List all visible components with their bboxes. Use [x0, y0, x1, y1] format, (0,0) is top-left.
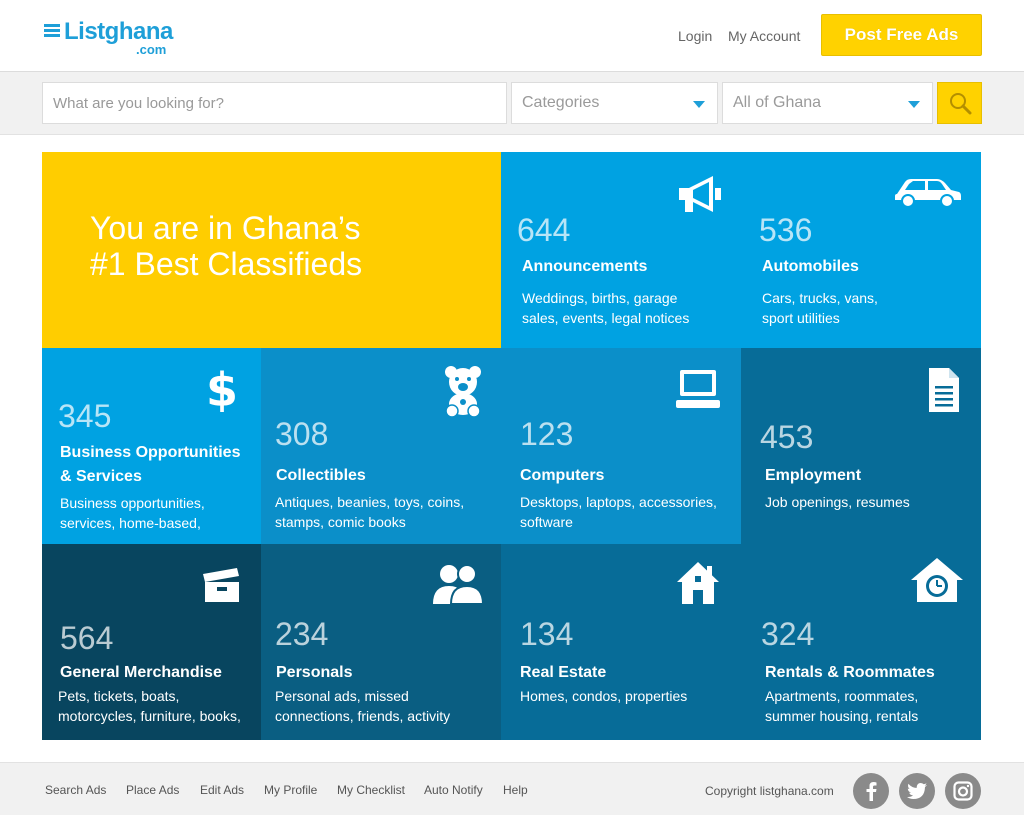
category-count: 324: [761, 616, 815, 652]
category-name: Employment: [765, 467, 862, 484]
login-link[interactable]: Login: [678, 28, 712, 44]
facebook-icon: [866, 782, 877, 801]
category-description: Pets, tickets, boats, motorcycles, furni…: [58, 688, 241, 724]
category-tile-personals[interactable]: 234 Personals Personal ads, missed conne…: [261, 544, 501, 740]
category-tile-business-opportunities[interactable]: $ 345 Business Opportunities & Services …: [42, 348, 261, 544]
category-name: Real Estate: [520, 664, 607, 681]
facebook-button[interactable]: [853, 773, 889, 809]
category-tile-automobiles[interactable]: 536 Automobiles Cars, trucks, vans, spor…: [741, 152, 981, 348]
box-icon: [201, 566, 243, 604]
category-count: 134: [520, 616, 574, 652]
category-tile-collectibles[interactable]: 308 Collectibles Antiques, beanies, toys…: [261, 348, 501, 544]
category-name: Computers: [520, 467, 605, 484]
category-description: Desktops, laptops, accessories, software: [520, 494, 717, 530]
instagram-icon: [953, 781, 973, 801]
svg-text:$: $: [206, 364, 238, 412]
category-description: Homes, condos, properties: [520, 688, 688, 704]
dollar-icon: $: [205, 364, 239, 412]
category-select[interactable]: Categories: [511, 82, 718, 124]
category-name: General Merchandise: [60, 664, 222, 681]
category-description: Business opportunities, services, home-b…: [60, 495, 205, 531]
footer-link-help[interactable]: Help: [503, 783, 528, 797]
people-icon: [431, 564, 485, 604]
twitter-button[interactable]: [899, 773, 935, 809]
category-count: 453: [760, 419, 814, 455]
megaphone-icon: [675, 172, 723, 216]
category-count: 123: [520, 416, 574, 452]
category-tile-computers[interactable]: 123 Computers Desktops, laptops, accesso…: [501, 348, 741, 544]
footer-link-place-ads[interactable]: Place Ads: [126, 783, 179, 797]
footer-link-edit-ads[interactable]: Edit Ads: [200, 783, 244, 797]
category-description: Job openings, resumes: [765, 494, 910, 510]
category-description: Personal ads, missed connections, friend…: [275, 688, 451, 724]
category-count: 234: [275, 616, 329, 652]
category-description: Apartments, roommates, summer housing, r…: [765, 688, 919, 724]
teddy-bear-icon: [443, 364, 483, 418]
site-logo[interactable]: Listghana .com: [44, 18, 174, 58]
footer-link-my-checklist[interactable]: My Checklist: [337, 783, 405, 797]
category-tile-announcements[interactable]: 644 Announcements Weddings, births, gara…: [501, 152, 741, 348]
category-description: Antiques, beanies, toys, coins, stamps, …: [275, 494, 465, 530]
header: Listghana .com Login My Account Post Fre…: [0, 0, 1024, 72]
category-name: Automobiles: [762, 258, 859, 275]
footer: Search Ads Place Ads Edit Ads My Profile…: [0, 762, 1024, 815]
copyright-text: Copyright listghana.com: [705, 784, 834, 798]
search-button[interactable]: [937, 82, 982, 124]
laptop-icon: [675, 368, 721, 412]
category-name: Business Opportunities & Services: [60, 444, 241, 485]
search-icon: [949, 93, 971, 115]
category-description: Weddings, births, garage sales, events, …: [522, 290, 690, 326]
category-name: Announcements: [522, 258, 648, 275]
instagram-button[interactable]: [945, 773, 981, 809]
category-tile-real-estate[interactable]: 134 Real Estate Homes, condos, propertie…: [501, 544, 741, 740]
category-grid: You are in Ghana’s #1 Best Classifieds 6…: [42, 152, 981, 740]
category-description: Cars, trucks, vans, sport utilities: [762, 290, 878, 326]
hero-banner: You are in Ghana’s #1 Best Classifieds: [42, 152, 501, 348]
category-select-value: Categories: [522, 94, 600, 111]
location-select[interactable]: All of Ghana: [722, 82, 933, 124]
car-icon: [893, 176, 963, 208]
house-clock-icon: [909, 556, 965, 604]
hero-title-line-2: #1 Best Classifieds: [90, 246, 363, 282]
category-name: Rentals & Roommates: [765, 664, 935, 681]
footer-link-my-profile[interactable]: My Profile: [264, 783, 317, 797]
category-tile-rentals-roommates[interactable]: 324 Rentals & Roommates Apartments, room…: [741, 544, 981, 740]
category-name: Personals: [276, 664, 353, 681]
document-icon: [927, 366, 961, 414]
logo-domain: .com: [136, 42, 167, 57]
house-icon: [675, 560, 721, 606]
category-name: Collectibles: [276, 467, 366, 484]
category-count: 345: [58, 398, 112, 434]
category-count: 536: [759, 212, 813, 248]
hero-title: You are in Ghana’s #1 Best Classifieds: [90, 210, 362, 282]
hero-title-line-1: You are in Ghana’s: [90, 210, 361, 246]
category-count: 564: [60, 620, 114, 656]
footer-link-auto-notify[interactable]: Auto Notify: [424, 783, 483, 797]
category-tile-employment[interactable]: 453 Employment Job openings, resumes: [741, 348, 981, 544]
search-bar: Categories All of Ghana: [0, 72, 1024, 135]
category-count: 644: [517, 212, 571, 248]
chevron-down-icon: [908, 101, 920, 108]
chevron-down-icon: [693, 101, 705, 108]
twitter-icon: [907, 783, 927, 799]
my-account-link[interactable]: My Account: [728, 28, 800, 44]
footer-link-search-ads[interactable]: Search Ads: [45, 783, 106, 797]
search-input[interactable]: [42, 82, 507, 124]
category-tile-general-merchandise[interactable]: 564 General Merchandise Pets, tickets, b…: [42, 544, 261, 740]
location-select-value: All of Ghana: [733, 94, 822, 111]
category-count: 308: [275, 416, 329, 452]
post-free-ads-button[interactable]: Post Free Ads: [821, 14, 982, 56]
logo-list-icon: [44, 24, 60, 38]
